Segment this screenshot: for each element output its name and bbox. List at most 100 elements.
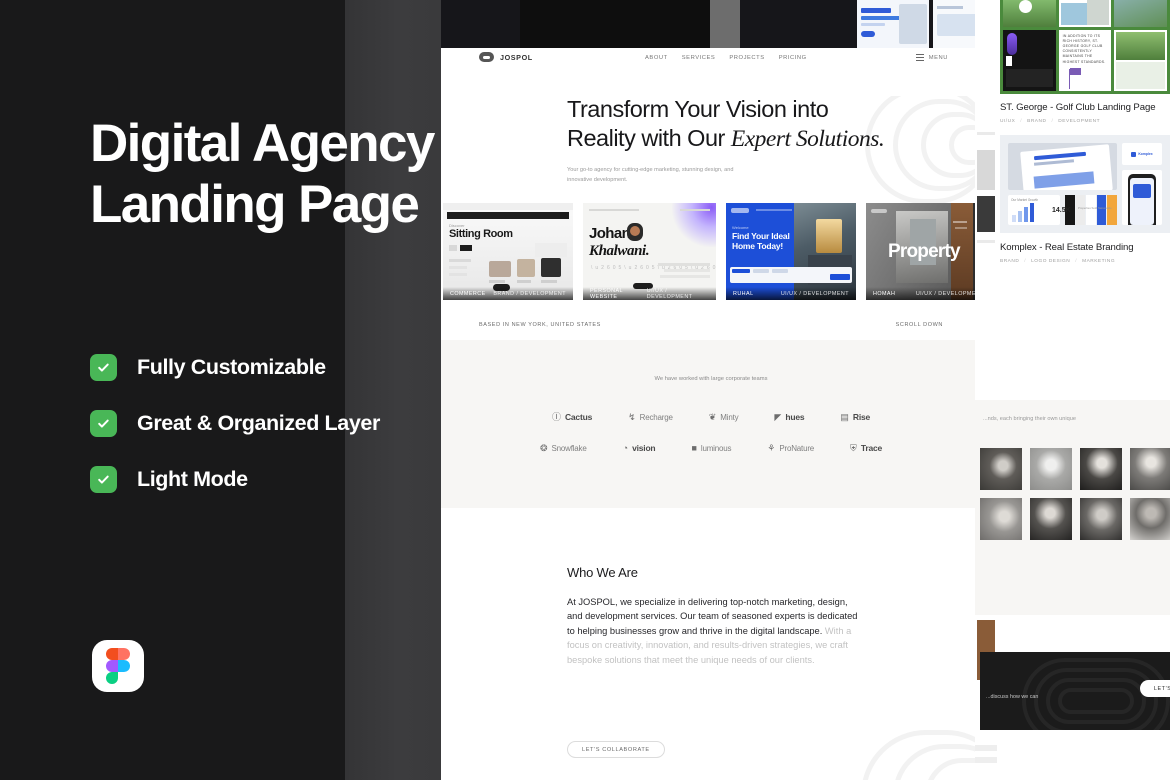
who-we-are-section: Who We Are At JOSPOL, we specialize in d… [441,508,981,780]
golf-project-tags: UI/UX / BRAND / DEVELOPMENT [1000,119,1170,124]
strip-line-1 [977,132,995,135]
client-logo-snowflake: ❂ Snowflake [539,442,587,453]
komplex-chart-label: Our Market Growth [1011,198,1039,202]
mockup-dark-block [520,0,710,48]
client-logo-vision: ◔ vision [622,442,656,453]
cta-panel: ...discuss how we can LET'S C [980,652,1170,730]
strip-thumb-2 [977,196,995,232]
hamburger-icon [915,54,924,61]
project-card-ruhal[interactable]: Welcome Find Your Ideal Home Today! RUHA… [726,203,856,300]
project-card-commerce[interactable]: Discover Sitting Room COMMERCE BRAND / D… [443,203,573,300]
feature-label: Great & Organized Layer [137,410,380,435]
golf-tile-headline: PLAY OF SWING [1003,0,1056,27]
mockup-gray-block [710,0,740,48]
strip-line-2 [977,240,995,243]
golf-tile-body: IN ADDITION TO ITS RICH HISTORY, ST. GEO… [1058,30,1112,91]
nav-item-projects[interactable]: PROJECTS [729,55,764,61]
nav-links[interactable]: ABOUT SERVICES PROJECTS PRICING [645,55,807,61]
avatar[interactable] [1030,448,1072,490]
tag-sep: / [1024,259,1027,264]
avatar[interactable] [1080,448,1122,490]
project-card-homah[interactable]: Property HOMAH UI/UX / DEVELOPMENT [866,203,981,300]
card-headline2: Khalwani. [589,243,650,259]
feature-item-light-mode: Light Mode [90,462,450,496]
hero-title-italic: Expert Solutions. [730,126,885,153]
project-card-personal[interactable]: Johan Khalwani. \u2605\u2605\u2605\u2605… [583,203,716,300]
team-caption: ...nds, each bringing their own unique [983,416,1076,422]
based-in-label: BASED IN NEW YORK, UNITED STATES [479,322,601,328]
golf-tile-dark [1003,30,1056,91]
promo-title-line1: Digital Agency [90,114,435,173]
avatar[interactable] [1130,448,1170,490]
tag-sep: / [1075,259,1078,264]
avatar[interactable] [980,448,1022,490]
komplex-logo-icon [1131,151,1137,157]
feature-item-customizable: Fully Customizable [90,350,450,384]
card-tag: UI/UX / DEVELOPMENT [915,290,981,297]
komplex-project-tags: BRAND / LOGO DESIGN / MARKETING [1000,259,1170,264]
strip-thumb-1 [977,150,995,190]
card-headline: Sitting Room [449,228,513,240]
who-we-are-title: Who We Are [567,565,638,580]
feature-item-layers: Great & Organized Layer [90,406,450,440]
project-komplex[interactable]: Our Market Growth Komplex 14.5K Properti… [1000,135,1170,264]
nav-item-pricing[interactable]: PRICING [779,55,807,61]
hero-title-line2: Reality with Our [567,125,731,152]
cta-text: ...discuss how we can [986,694,1039,700]
feature-list: Fully Customizable Great & Organized Lay… [90,350,450,518]
pronature-icon: ⚘ [767,442,776,453]
cta-ring [1058,688,1134,714]
avatar[interactable] [980,498,1022,540]
golf-tile-gallery [1114,30,1167,91]
komplex-project-title: Komplex - Real Estate Branding [1000,242,1134,253]
golf-tile-photo [1114,0,1167,27]
avatar[interactable] [1030,498,1072,540]
snowflake-icon: ❂ [539,442,548,453]
cta-button[interactable]: LET'S C [1139,680,1170,697]
hero-subtitle: Your go-to agency for cutting-edge marke… [567,167,734,183]
avatar[interactable] [1130,498,1170,540]
menu-button[interactable]: MENU [915,54,948,61]
lets-collaborate-button[interactable]: LET'S COLLABORATE [567,741,665,758]
right-projects-column: PLAY OF SWING GEORGE EXTRAORDINARY IN AD… [975,0,1170,780]
tag-sep: / [1020,119,1023,124]
brand-logo[interactable]: JOSPOL [479,52,533,62]
card-headline: Johan [589,225,631,242]
card-name: RUHAL [733,290,754,297]
page-title: Digital Agency Landing Page [90,113,450,236]
avatar[interactable] [1080,498,1122,540]
scroll-down-label[interactable]: SCROLL DOWN [896,322,943,328]
golf-artwork: PLAY OF SWING GEORGE EXTRAORDINARY IN AD… [1000,0,1170,94]
tag-sep: / [1051,119,1054,124]
golf-tile-side: GEORGE EXTRAORDINARY [1058,0,1112,27]
card-name: HOMAH [873,290,896,297]
golf-project-title: ST. George - Golf Club Landing Page [1000,102,1156,113]
card-headline: Property [888,241,961,262]
check-icon [90,353,117,381]
client-logo-cactus: Ⓘ Cactus [551,411,593,422]
menu-label: MENU [928,54,948,61]
recharge-icon: ↯ [628,411,636,422]
nav-item-services[interactable]: SERVICES [682,55,716,61]
hues-icon: ◤ [774,411,782,422]
hero-title-line1: Transform Your Vision into [567,96,829,122]
client-logo-trace: ⛨ Trace [850,442,883,453]
who-we-are-body: At JOSPOL, we specialize in delivering t… [567,595,864,667]
golf-tag-1: BRAND [1027,119,1047,124]
card-tag: UI/UX / DEVELOPMENT [780,290,849,297]
check-icon [90,465,117,493]
komplex-tag-0: BRAND [1000,259,1020,264]
golf-tag-0: UI/UX [1000,119,1016,124]
client-logo-pronature: ⚘ ProNature [767,442,815,453]
komplex-artwork: Our Market Growth Komplex 14.5K Properti… [1000,135,1170,233]
client-logo-row-2: ❂ Snowflake ◔ vision ■ luminous ⚘ ProNature … [441,443,981,453]
card-tag: UI/UX / DEVELOPMENT [646,287,693,300]
minty-icon: ❦ [708,411,717,422]
cactus-icon: Ⓘ [551,411,561,422]
golf-body-text: IN ADDITION TO ITS RICH HISTORY, ST. GEO… [1062,34,1106,64]
project-golf-club[interactable]: PLAY OF SWING GEORGE EXTRAORDINARY IN AD… [1000,0,1170,124]
card-tag: BRAND / DEVELOPMENT [493,290,566,297]
card-name: COMMERCE [450,290,486,297]
nav-item-about[interactable]: ABOUT [645,55,668,61]
client-logo-minty: ❦ Minty [708,411,739,422]
